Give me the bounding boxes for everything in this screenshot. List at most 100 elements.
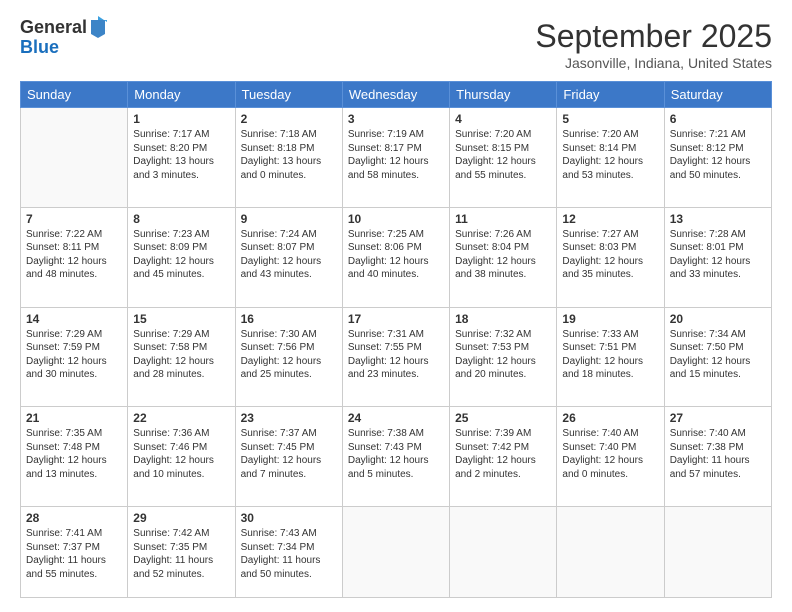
logo-icon xyxy=(89,16,107,38)
table-row: 4Sunrise: 7:20 AMSunset: 8:15 PMDaylight… xyxy=(450,108,557,208)
cell-info: Daylight: 12 hours xyxy=(455,255,551,269)
cell-info: Daylight: 13 hours xyxy=(133,155,229,169)
cell-info: Daylight: 12 hours xyxy=(348,454,444,468)
col-tuesday: Tuesday xyxy=(235,82,342,108)
table-row: 10Sunrise: 7:25 AMSunset: 8:06 PMDayligh… xyxy=(342,207,449,307)
cell-info: Sunrise: 7:33 AM xyxy=(562,328,658,342)
cell-info: and 10 minutes. xyxy=(133,468,229,482)
day-number: 14 xyxy=(26,312,122,326)
cell-info: and 18 minutes. xyxy=(562,368,658,382)
table-row: 8Sunrise: 7:23 AMSunset: 8:09 PMDaylight… xyxy=(128,207,235,307)
logo: General Blue xyxy=(20,18,107,58)
col-thursday: Thursday xyxy=(450,82,557,108)
table-row: 14Sunrise: 7:29 AMSunset: 7:59 PMDayligh… xyxy=(21,307,128,407)
cell-info: Daylight: 12 hours xyxy=(348,255,444,269)
table-row: 22Sunrise: 7:36 AMSunset: 7:46 PMDayligh… xyxy=(128,407,235,507)
cell-info: Sunset: 8:07 PM xyxy=(241,241,337,255)
cell-info: Daylight: 12 hours xyxy=(670,355,766,369)
cell-info: Sunrise: 7:43 AM xyxy=(241,527,337,541)
table-row: 5Sunrise: 7:20 AMSunset: 8:14 PMDaylight… xyxy=(557,108,664,208)
table-row: 13Sunrise: 7:28 AMSunset: 8:01 PMDayligh… xyxy=(664,207,771,307)
cell-info: and 28 minutes. xyxy=(133,368,229,382)
cell-info: Daylight: 12 hours xyxy=(133,255,229,269)
cell-info: and 50 minutes. xyxy=(670,169,766,183)
day-number: 27 xyxy=(670,411,766,425)
day-number: 21 xyxy=(26,411,122,425)
cell-info: and 35 minutes. xyxy=(562,268,658,282)
cell-info: Sunset: 7:58 PM xyxy=(133,341,229,355)
cell-info: and 15 minutes. xyxy=(670,368,766,382)
cell-info: Sunset: 7:51 PM xyxy=(562,341,658,355)
cell-info: Sunset: 7:46 PM xyxy=(133,441,229,455)
cell-info: Daylight: 12 hours xyxy=(562,355,658,369)
cell-info: Daylight: 12 hours xyxy=(133,454,229,468)
cell-info: Sunset: 7:48 PM xyxy=(26,441,122,455)
table-row: 15Sunrise: 7:29 AMSunset: 7:58 PMDayligh… xyxy=(128,307,235,407)
calendar-table: Sunday Monday Tuesday Wednesday Thursday… xyxy=(20,81,772,598)
col-sunday: Sunday xyxy=(21,82,128,108)
cell-info: Sunset: 8:17 PM xyxy=(348,142,444,156)
day-number: 25 xyxy=(455,411,551,425)
cell-info: Sunrise: 7:37 AM xyxy=(241,427,337,441)
table-row: 27Sunrise: 7:40 AMSunset: 7:38 PMDayligh… xyxy=(664,407,771,507)
day-number: 20 xyxy=(670,312,766,326)
cell-info: Sunset: 8:18 PM xyxy=(241,142,337,156)
cell-info: and 50 minutes. xyxy=(241,568,337,582)
cell-info: and 5 minutes. xyxy=(348,468,444,482)
cell-info: Sunset: 7:42 PM xyxy=(455,441,551,455)
table-row xyxy=(342,507,449,598)
cell-info: Daylight: 12 hours xyxy=(562,454,658,468)
day-number: 7 xyxy=(26,212,122,226)
table-row: 9 Sunrise: 7:24 AMSunset: 8:07 PMDaylight… xyxy=(235,207,342,307)
cell-info: Sunrise: 7:18 AM xyxy=(241,128,337,142)
table-row: 26Sunrise: 7:40 AMSunset: 7:40 PMDayligh… xyxy=(557,407,664,507)
cell-info: Sunset: 7:37 PM xyxy=(26,541,122,555)
table-row: 20Sunrise: 7:34 AMSunset: 7:50 PMDayligh… xyxy=(664,307,771,407)
cell-info: and 57 minutes. xyxy=(670,468,766,482)
table-row: 21Sunrise: 7:35 AMSunset: 7:48 PMDayligh… xyxy=(21,407,128,507)
cell-info: Sunrise: 7:36 AM xyxy=(133,427,229,441)
calendar-header-row: Sunday Monday Tuesday Wednesday Thursday… xyxy=(21,82,772,108)
table-row: 2Sunrise: 7:18 AMSunset: 8:18 PMDaylight… xyxy=(235,108,342,208)
cell-info: and 58 minutes. xyxy=(348,169,444,183)
cell-info: Sunrise: 7:38 AM xyxy=(348,427,444,441)
cell-info: Sunset: 7:45 PM xyxy=(241,441,337,455)
table-row xyxy=(21,108,128,208)
cell-info: Daylight: 12 hours xyxy=(455,155,551,169)
table-row: 16Sunrise: 7:30 AMSunset: 7:56 PMDayligh… xyxy=(235,307,342,407)
cell-info: and 13 minutes. xyxy=(26,468,122,482)
cell-info: Sunset: 7:40 PM xyxy=(562,441,658,455)
cell-info: Sunset: 8:04 PM xyxy=(455,241,551,255)
day-number: 11 xyxy=(455,212,551,226)
cell-info: and 30 minutes. xyxy=(26,368,122,382)
cell-info: Daylight: 12 hours xyxy=(670,255,766,269)
cell-info: Daylight: 12 hours xyxy=(133,355,229,369)
cell-info: Sunset: 7:38 PM xyxy=(670,441,766,455)
day-number: 4 xyxy=(455,112,551,126)
cell-info: Sunrise: 7:24 AM xyxy=(241,228,337,242)
day-number: 18 xyxy=(455,312,551,326)
cell-info: Daylight: 12 hours xyxy=(241,255,337,269)
cell-info: and 0 minutes. xyxy=(562,468,658,482)
cell-info: Sunset: 7:43 PM xyxy=(348,441,444,455)
cell-info: Daylight: 12 hours xyxy=(562,155,658,169)
cell-info: Sunset: 8:20 PM xyxy=(133,142,229,156)
day-number: 29 xyxy=(133,511,229,525)
col-friday: Friday xyxy=(557,82,664,108)
cell-info: and 25 minutes. xyxy=(241,368,337,382)
day-number: 23 xyxy=(241,411,337,425)
cell-info: Sunset: 7:59 PM xyxy=(26,341,122,355)
cell-info: Daylight: 12 hours xyxy=(670,155,766,169)
cell-info: Sunrise: 7:20 AM xyxy=(455,128,551,142)
cell-info: Sunrise: 7:20 AM xyxy=(562,128,658,142)
cell-info: Daylight: 11 hours xyxy=(241,554,337,568)
day-number: 30 xyxy=(241,511,337,525)
cell-info: and 52 minutes. xyxy=(133,568,229,582)
day-number: 1 xyxy=(133,112,229,126)
cell-info: Daylight: 12 hours xyxy=(562,255,658,269)
cell-info: Daylight: 13 hours xyxy=(241,155,337,169)
table-row: 17Sunrise: 7:31 AMSunset: 7:55 PMDayligh… xyxy=(342,307,449,407)
day-number: 9 xyxy=(241,212,337,226)
day-number: 26 xyxy=(562,411,658,425)
day-number: 3 xyxy=(348,112,444,126)
